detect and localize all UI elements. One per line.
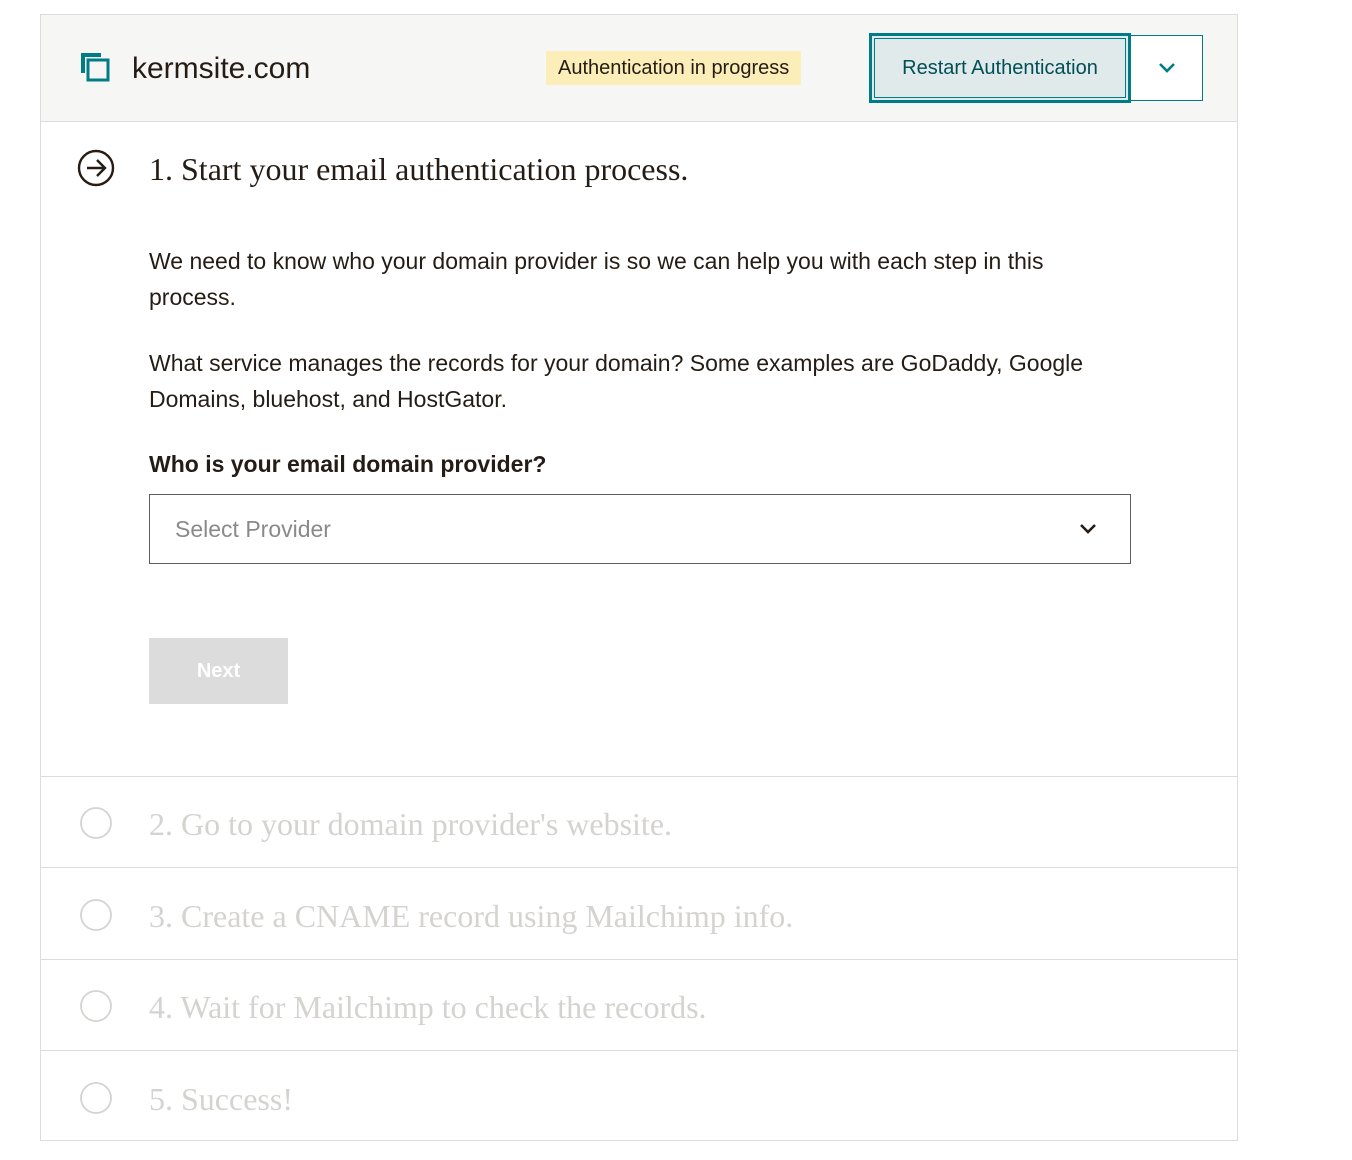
provider-select[interactable]: Select Provider [149,494,1131,564]
status-badge: Authentication in progress [546,51,802,85]
chevron-down-icon [1158,63,1175,73]
step-1-title: 1. Start your email authentication proce… [149,151,689,187]
empty-circle-icon [80,990,112,1022]
step-divider [41,959,1237,960]
more-options-button[interactable] [1131,35,1203,101]
arrow-right-circle-icon [77,149,115,187]
provider-select-placeholder: Select Provider [175,516,331,542]
chevron-down-icon [1080,524,1096,534]
step-5-title: 5. Success! [149,1081,293,1117]
domain-stack-icon [81,53,110,82]
empty-circle-icon [80,899,112,931]
next-button[interactable]: Next [149,638,288,704]
empty-circle-icon [80,1082,112,1114]
step-divider [41,867,1237,868]
domain-authentication-card: kermsite.com Authentication in progress … [40,14,1238,1141]
step-divider [41,776,1237,777]
empty-circle-icon [80,807,112,839]
step-2-title: 2. Go to your domain provider's website. [149,806,673,842]
step-3-title: 3. Create a CNAME record using Mailchimp… [149,898,794,934]
step-4-title: 4. Wait for Mailchimp to check the recor… [149,989,707,1025]
domain-name: kermsite.com [132,52,311,85]
restart-authentication-button[interactable]: Restart Authentication [869,33,1131,103]
step-1-intro-text: We need to know who your domain provider… [149,248,1044,310]
provider-field-label: Who is your email domain provider? [149,451,547,477]
step-divider [41,1050,1237,1051]
domain-header: kermsite.com Authentication in progress … [41,15,1237,122]
button-focus-ring [874,38,1126,98]
step-1-examples-text: What service manages the records for you… [149,350,1084,412]
